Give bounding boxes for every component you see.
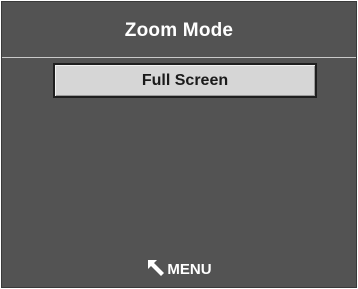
title-divider <box>2 57 356 58</box>
page-title: Zoom Mode <box>124 20 234 41</box>
menu-back-button[interactable]: MENU <box>2 260 356 278</box>
zoom-mode-screen: Zoom Mode Full Screen MENU <box>1 1 357 288</box>
option-label: Full Screen <box>141 71 229 89</box>
option-full-screen[interactable]: Full Screen <box>53 63 317 98</box>
return-arrow-icon <box>146 258 166 278</box>
menu-label: MENU <box>167 260 212 278</box>
